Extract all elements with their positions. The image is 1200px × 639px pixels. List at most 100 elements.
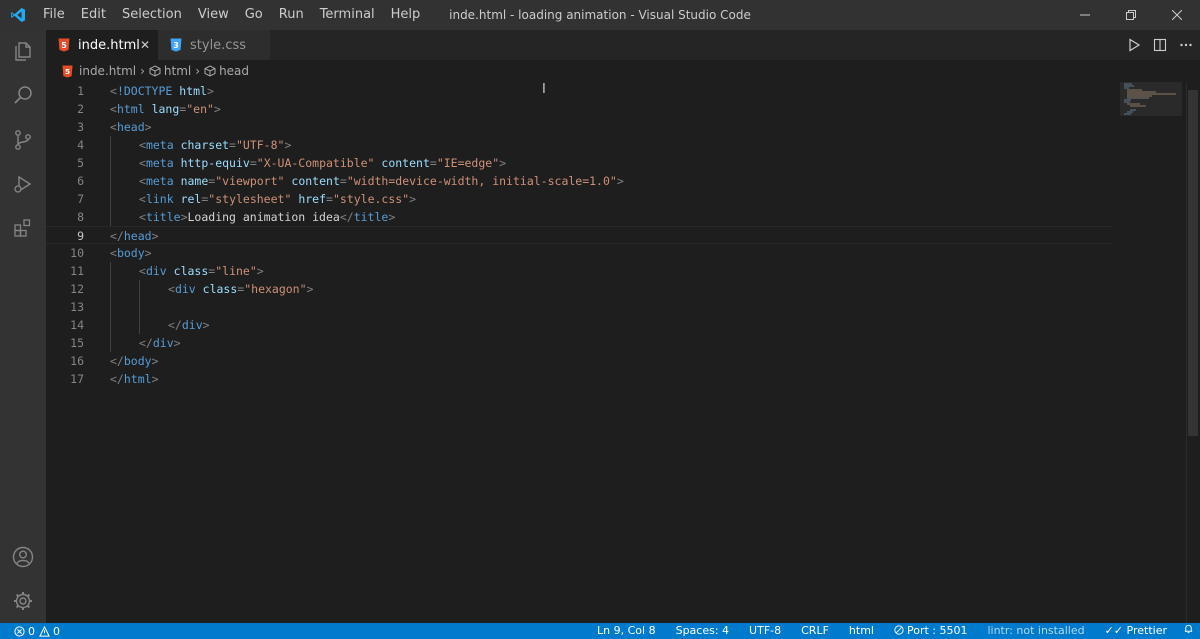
- menu-go[interactable]: Go: [237, 0, 271, 30]
- code-line[interactable]: 15 </div>: [46, 334, 1112, 352]
- extension-status[interactable]: lintr: not installed: [977, 623, 1094, 639]
- close-window-button[interactable]: [1154, 0, 1200, 30]
- menu-file[interactable]: File: [35, 0, 73, 30]
- vertical-scrollbar[interactable]: [1186, 82, 1200, 623]
- code-token: meta: [145, 174, 174, 188]
- menu-edit[interactable]: Edit: [73, 0, 114, 30]
- run-button[interactable]: [1122, 30, 1146, 60]
- code-line[interactable]: 6 <meta name="viewport" content="width=de…: [46, 172, 1112, 190]
- code-line[interactable]: 17 </html>: [46, 370, 1112, 388]
- code-token: <: [110, 102, 117, 116]
- code-token: div: [152, 336, 174, 350]
- line-number: 8: [77, 210, 84, 224]
- indent-guide: [110, 208, 111, 226]
- source-control-icon: [15, 130, 31, 150]
- code-token: >: [409, 192, 417, 206]
- encoding[interactable]: UTF-8: [739, 623, 791, 639]
- language-mode[interactable]: html: [839, 623, 884, 639]
- restore-button[interactable]: [1108, 0, 1154, 30]
- code-line[interactable]: 1 <!DOCTYPE html>: [46, 82, 1112, 100]
- code-token: body: [123, 354, 152, 368]
- accounts-button[interactable]: [0, 535, 46, 579]
- code-editor[interactable]: 1 <!DOCTYPE html> 2 <html lang="en"> 3 <head>…: [46, 82, 1200, 623]
- search-button[interactable]: [0, 74, 46, 118]
- menu-selection[interactable]: Selection: [114, 0, 190, 30]
- line-number: 9: [77, 229, 84, 243]
- code-line[interactable]: 8 <title>Loading animation idea</title>: [46, 208, 1112, 226]
- code-line[interactable]: 16 </body>: [46, 352, 1112, 370]
- code-token: name: [180, 174, 209, 188]
- code-line[interactable]: 11 <div class="line">: [46, 262, 1112, 280]
- manage-button[interactable]: [0, 579, 46, 623]
- code-token: "style.css": [332, 192, 410, 206]
- code-token: "en": [186, 102, 214, 116]
- indentation[interactable]: Spaces: 4: [666, 623, 739, 639]
- menu-view[interactable]: View: [190, 0, 237, 30]
- line-number: 1: [77, 84, 84, 98]
- breadcrumb-file[interactable]: 5 inde.html: [62, 64, 136, 78]
- breadcrumb: 5 inde.html › html › head: [46, 60, 1200, 82]
- search-icon: [14, 86, 32, 104]
- explorer-button[interactable]: [0, 30, 46, 74]
- notifications-button[interactable]: [1177, 623, 1200, 639]
- split-editor-icon: [1153, 38, 1167, 52]
- code-token: rel: [180, 192, 202, 206]
- indent-guide: [139, 280, 140, 298]
- tab-inde-html[interactable]: 5 inde.html ✕: [46, 30, 158, 60]
- code-line[interactable]: 3 <head>: [46, 118, 1112, 136]
- breadcrumb-html[interactable]: html: [149, 64, 191, 78]
- code-line[interactable]: 7 <link rel="stylesheet" href="style.css"…: [46, 190, 1112, 208]
- svg-text:3: 3: [173, 41, 179, 50]
- code-token: </: [168, 318, 182, 332]
- ellipsis-icon: [1180, 43, 1192, 47]
- code-token: class: [202, 282, 238, 296]
- code-token: <: [110, 120, 117, 134]
- live-server-port[interactable]: Port : 5501: [884, 623, 978, 639]
- code-token: </: [339, 210, 354, 224]
- text-cursor-icon: I: [542, 82, 546, 97]
- problems-indicator[interactable]: 0 0: [0, 625, 60, 638]
- close-tab-button[interactable]: ✕: [140, 30, 150, 60]
- prettier-status[interactable]: ✓✓ Prettier: [1095, 623, 1177, 639]
- tab-style-css[interactable]: 3 style.css: [158, 30, 270, 60]
- minimize-button[interactable]: [1062, 0, 1108, 30]
- code-token: >: [256, 264, 264, 278]
- code-token: title: [353, 210, 389, 224]
- code-line[interactable]: 13: [46, 298, 1112, 316]
- restore-icon: [1126, 10, 1136, 20]
- code-token: >: [306, 282, 314, 296]
- bell-icon: [1184, 624, 1193, 634]
- code-text: <title>Loading animation idea</title>: [139, 208, 395, 226]
- extensions-button[interactable]: [0, 206, 46, 250]
- menu-terminal[interactable]: Terminal: [312, 0, 383, 30]
- code-token: body: [116, 246, 145, 260]
- code-line[interactable]: 5 <meta http-equiv="X-UA-Compatible" cont…: [46, 154, 1112, 172]
- minimap[interactable]: [1116, 82, 1186, 623]
- html5-icon: 5: [58, 38, 70, 52]
- end-of-line[interactable]: CRLF: [791, 623, 839, 639]
- code-line[interactable]: 14 </div>: [46, 316, 1112, 334]
- line-number: 6: [77, 174, 84, 188]
- code-line[interactable]: 12 <div class="hexagon">: [46, 280, 1112, 298]
- live-server-label: Port : 5501: [906, 624, 968, 637]
- code-token: !DOCTYPE: [116, 84, 173, 98]
- split-editor-button[interactable]: [1148, 30, 1172, 60]
- code-line[interactable]: 4 <meta charset="UTF-8">: [46, 136, 1112, 154]
- scrollbar-thumb[interactable]: [1188, 90, 1198, 436]
- code-token: >: [180, 210, 188, 224]
- menu-run[interactable]: Run: [271, 0, 312, 30]
- code-line[interactable]: 2 <html lang="en">: [46, 100, 1112, 118]
- code-line[interactable]: 9 </head>: [46, 226, 1112, 244]
- code-token: >: [144, 246, 152, 260]
- source-control-button[interactable]: [0, 118, 46, 162]
- more-actions-button[interactable]: [1174, 30, 1198, 60]
- run-debug-button[interactable]: [0, 162, 46, 206]
- menu-help[interactable]: Help: [383, 0, 429, 30]
- breadcrumb-head[interactable]: head: [204, 64, 249, 78]
- code-line[interactable]: 10 <body>: [46, 244, 1112, 262]
- svg-text:5: 5: [65, 67, 70, 76]
- cursor-position[interactable]: Ln 9, Col 8: [587, 623, 666, 639]
- code-token: div: [145, 264, 167, 278]
